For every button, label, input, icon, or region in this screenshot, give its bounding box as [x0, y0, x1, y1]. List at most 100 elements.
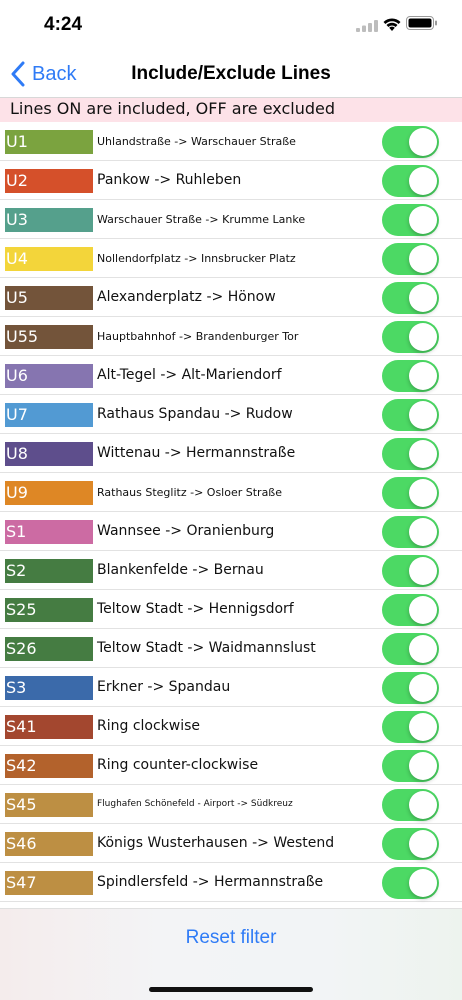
- toggle-knob: [409, 440, 437, 468]
- line-badge: U7: [5, 403, 93, 427]
- toggle-knob: [409, 752, 437, 780]
- route-label: Blankenfelde -> Bernau: [97, 562, 264, 578]
- info-banner: Lines ON are included, OFF are excluded: [0, 98, 462, 122]
- cellular-signal-icon: [356, 20, 378, 32]
- line-row: U55 Hauptbahnhof -> Brandenburger Tor: [0, 317, 462, 356]
- line-toggle-switch[interactable]: [382, 438, 439, 470]
- line-toggle-switch[interactable]: [382, 165, 439, 197]
- wifi-icon: [383, 18, 401, 31]
- line-badge: S42: [5, 754, 93, 778]
- toggle-knob: [409, 791, 437, 819]
- line-badge: S25: [5, 598, 93, 622]
- route-label: Alt-Tegel -> Alt-Mariendorf: [97, 367, 282, 383]
- line-toggle-switch[interactable]: [382, 243, 439, 275]
- line-row: U4 Nollendorfplatz -> Innsbrucker Platz: [0, 239, 462, 278]
- route-label: Wannsee -> Oranienburg: [97, 523, 275, 539]
- line-row: U3 Warschauer Straße -> Krumme Lanke: [0, 200, 462, 239]
- toggle-knob: [409, 557, 437, 585]
- toggle-knob: [409, 323, 437, 351]
- route-label: Rathaus Steglitz -> Osloer Straße: [97, 486, 283, 499]
- toggle-knob: [409, 401, 437, 429]
- line-badge: S45: [5, 793, 93, 817]
- line-toggle-switch[interactable]: [382, 399, 439, 431]
- line-toggle-switch[interactable]: [382, 477, 439, 509]
- line-row: S47 Spindlersfeld -> Hermannstraße: [0, 863, 462, 902]
- route-label: Königs Wusterhausen -> Westend: [97, 835, 335, 851]
- line-toggle-switch[interactable]: [382, 204, 439, 236]
- line-row: S45 Flughafen Schönefeld - Airport -> Süd…: [0, 785, 462, 824]
- battery-icon: [406, 16, 437, 30]
- line-toggle-switch[interactable]: [382, 672, 439, 704]
- line-badge: S2: [5, 559, 93, 583]
- route-label: Hauptbahnhof -> Brandenburger Tor: [97, 330, 299, 343]
- line-badge: S46: [5, 832, 93, 856]
- line-row: U8 Wittenau -> Hermannstraße: [0, 434, 462, 473]
- line-badge: S26: [5, 637, 93, 661]
- reset-filter-button[interactable]: Reset filter: [0, 927, 462, 949]
- line-row: U7 Rathaus Spandau -> Rudow: [0, 395, 462, 434]
- line-row: U5 Alexanderplatz -> Hönow: [0, 278, 462, 317]
- line-toggle-switch[interactable]: [382, 360, 439, 392]
- line-row: S41 Ring clockwise: [0, 707, 462, 746]
- toggle-knob: [409, 596, 437, 624]
- toggle-knob: [409, 479, 437, 507]
- page-title: Include/Exclude Lines: [131, 63, 331, 84]
- line-badge: S41: [5, 715, 93, 739]
- route-label: Teltow Stadt -> Hennigsdorf: [97, 601, 294, 617]
- route-label: Ring clockwise: [97, 718, 201, 734]
- line-toggle-switch[interactable]: [382, 126, 439, 158]
- status-bar: 4:24: [0, 0, 462, 50]
- line-toggle-switch[interactable]: [382, 750, 439, 782]
- line-badge: U2: [5, 169, 93, 193]
- line-row: S2 Blankenfelde -> Bernau: [0, 551, 462, 590]
- toggle-knob: [409, 518, 437, 546]
- line-row: U9 Rathaus Steglitz -> Osloer Straße: [0, 473, 462, 512]
- toggle-knob: [409, 167, 437, 195]
- line-row: S42 Ring counter-clockwise: [0, 746, 462, 785]
- line-toggle-switch[interactable]: [382, 555, 439, 587]
- route-label: Nollendorfplatz -> Innsbrucker Platz: [97, 252, 296, 265]
- route-label: Teltow Stadt -> Waidmannslust: [97, 640, 316, 656]
- line-toggle-switch[interactable]: [382, 711, 439, 743]
- route-label: Wittenau -> Hermannstraße: [97, 445, 296, 461]
- line-badge: U3: [5, 208, 93, 232]
- route-label: Pankow -> Ruhleben: [97, 172, 242, 188]
- route-label: Ring counter-clockwise: [97, 757, 259, 773]
- line-badge: U1: [5, 130, 93, 154]
- line-toggle-switch[interactable]: [382, 633, 439, 665]
- line-badge: U6: [5, 364, 93, 388]
- line-row: S3 Erkner -> Spandau: [0, 668, 462, 707]
- line-badge: S1: [5, 520, 93, 544]
- line-row: S1 Wannsee -> Oranienburg: [0, 512, 462, 551]
- bottom-toolbar: Reset filter: [0, 908, 462, 1000]
- line-badge: U55: [5, 325, 93, 349]
- line-badge: U8: [5, 442, 93, 466]
- route-label: Uhlandstraße -> Warschauer Straße: [97, 135, 296, 148]
- line-toggle-switch[interactable]: [382, 321, 439, 353]
- toggle-knob: [409, 869, 437, 897]
- line-badge: U4: [5, 247, 93, 271]
- toggle-knob: [409, 128, 437, 156]
- line-row: S26 Teltow Stadt -> Waidmannslust: [0, 629, 462, 668]
- line-row: U6 Alt-Tegel -> Alt-Mariendorf: [0, 356, 462, 395]
- route-label: Warschauer Straße -> Krumme Lanke: [97, 213, 306, 226]
- line-toggle-switch[interactable]: [382, 867, 439, 899]
- line-toggle-switch[interactable]: [382, 828, 439, 860]
- line-badge: U5: [5, 286, 93, 310]
- toggle-knob: [409, 206, 437, 234]
- line-row: U1 Uhlandstraße -> Warschauer Straße: [0, 122, 462, 161]
- route-label: Alexanderplatz -> Hönow: [97, 289, 276, 305]
- route-label: Spindlersfeld -> Hermannstraße: [97, 874, 324, 890]
- line-row: S46 Königs Wusterhausen -> Westend: [0, 824, 462, 863]
- line-toggle-switch[interactable]: [382, 789, 439, 821]
- toggle-knob: [409, 362, 437, 390]
- line-badge: S47: [5, 871, 93, 895]
- toggle-knob: [409, 830, 437, 858]
- navigation-bar: Back Include/Exclude Lines: [0, 50, 462, 98]
- line-toggle-switch[interactable]: [382, 282, 439, 314]
- status-time: 4:24: [44, 14, 83, 35]
- line-toggle-switch[interactable]: [382, 516, 439, 548]
- line-list[interactable]: U1 Uhlandstraße -> Warschauer Straße U2 Pan…: [0, 122, 462, 908]
- toggle-knob: [409, 674, 437, 702]
- line-toggle-switch[interactable]: [382, 594, 439, 626]
